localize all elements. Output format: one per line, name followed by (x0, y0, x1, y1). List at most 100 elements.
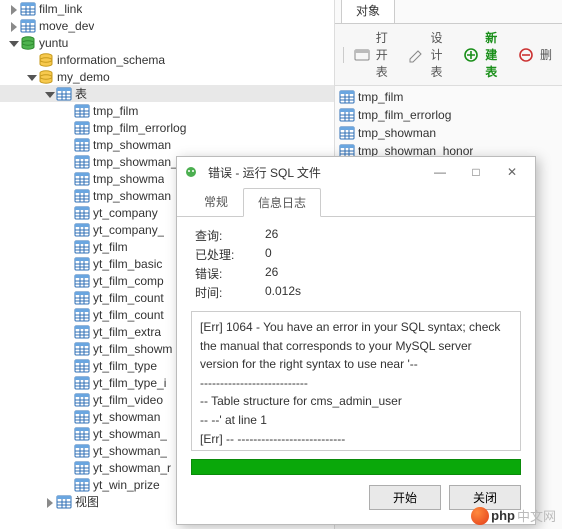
tree-spacer (60, 257, 74, 271)
chevron-right-icon[interactable] (6, 2, 20, 16)
tree-item-label: yt_film_count (93, 291, 164, 305)
delete-icon (518, 47, 534, 63)
tree-item[interactable]: tmp_film (0, 102, 334, 119)
list-item-label: tmp_showman (358, 126, 436, 140)
tree-item-label: 表 (75, 85, 87, 102)
table-icon (20, 1, 36, 17)
tree-item-label: yt_film_comp (93, 274, 164, 288)
table-icon (74, 103, 90, 119)
plus-icon (463, 47, 479, 63)
maximize-button[interactable]: □ (459, 161, 493, 183)
new-label: 新建表 (485, 29, 506, 80)
tree-spacer (60, 172, 74, 186)
open-table-button[interactable]: 打开表 (350, 28, 401, 81)
time-value: 0.012s (265, 284, 517, 301)
query-value: 26 (265, 227, 517, 244)
error-dialog: 错误 - 运行 SQL 文件 — □ ✕ 常规 信息日志 查询: 26 已处理:… (176, 156, 536, 525)
tab-general[interactable]: 常规 (189, 187, 243, 216)
delete-label: 删 (540, 46, 552, 63)
error-label: 错误: (195, 265, 265, 282)
tree-item-label: yt_film_type (93, 359, 157, 373)
tree-item[interactable]: tmp_showman (0, 136, 334, 153)
app-icon (183, 164, 199, 180)
db-yellow-icon (38, 52, 54, 68)
tree-item[interactable]: yuntu (0, 34, 334, 51)
tree-item[interactable]: move_dev (0, 17, 334, 34)
tree-spacer (60, 427, 74, 441)
table-icon (74, 222, 90, 238)
chevron-right-icon[interactable] (42, 495, 56, 509)
tree-spacer (60, 274, 74, 288)
tree-spacer (60, 138, 74, 152)
tab-objects[interactable]: 对象 (341, 0, 395, 23)
table-icon (56, 86, 72, 102)
tree-item-label: yt_showman_ (93, 427, 167, 441)
close-x-button[interactable]: ✕ (495, 161, 529, 183)
tree-item[interactable]: information_schema (0, 51, 334, 68)
start-button[interactable]: 开始 (369, 485, 441, 510)
error-log-textarea[interactable]: [Err] 1064 - You have an error in your S… (191, 311, 521, 451)
chevron-down-icon[interactable] (42, 87, 56, 101)
tree-spacer (60, 189, 74, 203)
table-icon (74, 171, 90, 187)
logo-icon (471, 507, 489, 525)
list-item[interactable]: tmp_film_errorlog (339, 106, 558, 124)
query-label: 查询: (195, 227, 265, 244)
tree-spacer (60, 104, 74, 118)
table-icon (74, 239, 90, 255)
processed-value: 0 (265, 246, 517, 263)
tree-spacer (60, 359, 74, 373)
dialog-tabs: 常规 信息日志 (177, 187, 535, 217)
tree-item[interactable]: my_demo (0, 68, 334, 85)
design-table-button[interactable]: 设计表 (404, 28, 455, 81)
tree-item-label: yt_company (93, 206, 158, 220)
time-label: 时间: (195, 284, 265, 301)
chevron-down-icon[interactable] (24, 70, 38, 84)
tree-item-label: tmp_film_errorlog (93, 121, 186, 135)
tree-item-label: yt_film_count (93, 308, 164, 322)
tree-item-label: yt_film_video (93, 393, 163, 407)
tree-item-label: yt_win_prize (93, 478, 160, 492)
table-icon (339, 107, 355, 123)
tree-spacer (60, 393, 74, 407)
processed-label: 已处理: (195, 246, 265, 263)
table-icon (74, 188, 90, 204)
tree-item-label: yt_showman_ (93, 444, 167, 458)
tree-item[interactable]: 表 (0, 85, 334, 102)
tab-info-log[interactable]: 信息日志 (243, 188, 321, 217)
chevron-down-icon[interactable] (6, 36, 20, 50)
dialog-titlebar[interactable]: 错误 - 运行 SQL 文件 — □ ✕ (177, 157, 535, 187)
table-icon (74, 205, 90, 221)
table-icon (74, 443, 90, 459)
progress-bar (191, 459, 521, 475)
tree-spacer (60, 478, 74, 492)
tree-item-label: 视图 (75, 493, 99, 510)
new-table-button[interactable]: 新建表 (459, 28, 510, 81)
tree-spacer (60, 410, 74, 424)
table-icon (74, 426, 90, 442)
table-icon (339, 89, 355, 105)
list-item[interactable]: tmp_showman (339, 124, 558, 142)
tree-spacer (60, 291, 74, 305)
tree-item-label: tmp_showma (93, 172, 164, 186)
tree-item[interactable]: tmp_film_errorlog (0, 119, 334, 136)
chevron-right-icon[interactable] (6, 19, 20, 33)
dialog-title: 错误 - 运行 SQL 文件 (208, 164, 417, 181)
minimize-button[interactable]: — (423, 161, 457, 183)
tree-item[interactable]: film_link (0, 0, 334, 17)
tree-item-label: yuntu (39, 36, 68, 50)
delete-table-button[interactable]: 删 (514, 45, 556, 64)
db-yellow-icon (38, 69, 54, 85)
open-icon (354, 47, 370, 63)
tree-item-label: film_link (39, 2, 82, 16)
list-item[interactable]: tmp_film (339, 88, 558, 106)
tree-spacer (60, 461, 74, 475)
table-icon (20, 18, 36, 34)
design-icon (408, 47, 424, 63)
table-icon (74, 324, 90, 340)
watermark: php 中文网 (471, 506, 556, 525)
tree-spacer (60, 444, 74, 458)
tree-spacer (60, 240, 74, 254)
table-icon (74, 375, 90, 391)
db-green-icon (20, 35, 36, 51)
